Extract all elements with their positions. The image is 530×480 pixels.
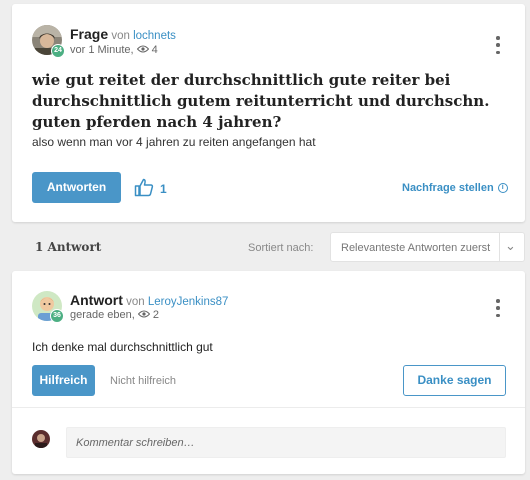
- post-type-label: Frage: [70, 26, 109, 42]
- by-word: von: [126, 296, 145, 308]
- like-count: 1: [160, 182, 167, 196]
- more-vertical-icon[interactable]: [492, 36, 504, 54]
- eye-icon: [137, 309, 151, 321]
- eye-icon: [136, 44, 149, 56]
- question-card: 24 Frage von lochnets vor 1 Minute, 4 wi…: [12, 4, 525, 222]
- sort-dropdown[interactable]: Relevanteste Antworten zuerst ⌄: [330, 232, 525, 262]
- answer-header: Antwort von LeroyJenkins87: [70, 292, 228, 308]
- answer-count: 1 Antwort: [35, 240, 102, 254]
- answer-card: 36 Antwort von LeroyJenkins87 gerade ebe…: [12, 271, 525, 474]
- answer-button[interactable]: Antworten: [32, 172, 121, 203]
- by-word: von: [111, 30, 130, 42]
- followup-link[interactable]: Nachfrage stellen i: [402, 182, 508, 194]
- followup-label: Nachfrage stellen: [402, 182, 494, 194]
- view-count: 2: [152, 309, 159, 321]
- question-title: wie gut reitet der durchschnittlich gute…: [32, 71, 490, 131]
- question-body: also wenn man vor 4 jahren zu reiten ang…: [32, 135, 316, 149]
- more-vertical-icon[interactable]: [492, 299, 504, 317]
- view-count: 4: [151, 44, 158, 56]
- chevron-down-icon: ⌄: [505, 238, 516, 253]
- comment-input[interactable]: [66, 427, 506, 458]
- post-type-label: Antwort: [70, 292, 123, 308]
- answer-author-link[interactable]: LeroyJenkins87: [148, 296, 229, 308]
- question-meta: vor 1 Minute, 4: [70, 44, 158, 56]
- answer-body: Ich denke mal durchschnittlich gut: [32, 340, 213, 354]
- question-author-link[interactable]: lochnets: [133, 30, 176, 42]
- current-user-avatar: [32, 430, 50, 448]
- divider: [499, 233, 500, 261]
- like-button[interactable]: 1: [134, 178, 167, 200]
- post-time: vor 1 Minute,: [70, 44, 134, 56]
- info-icon: i: [497, 183, 508, 193]
- user-level-badge: 36: [50, 309, 64, 323]
- sort-label: Sortiert nach:: [248, 242, 314, 254]
- divider: [12, 407, 525, 408]
- question-header: Frage von lochnets: [70, 26, 176, 42]
- say-thanks-button[interactable]: Danke sagen: [403, 365, 506, 396]
- not-helpful-button[interactable]: Nicht hilfreich: [110, 375, 176, 387]
- user-level-badge: 24: [51, 44, 65, 58]
- thumbs-up-icon: [134, 178, 154, 200]
- sort-value: Relevanteste Antworten zuerst: [341, 242, 491, 254]
- post-time: gerade eben,: [70, 309, 135, 321]
- answer-meta: gerade eben, 2: [70, 309, 159, 321]
- helpful-button[interactable]: Hilfreich: [32, 365, 95, 396]
